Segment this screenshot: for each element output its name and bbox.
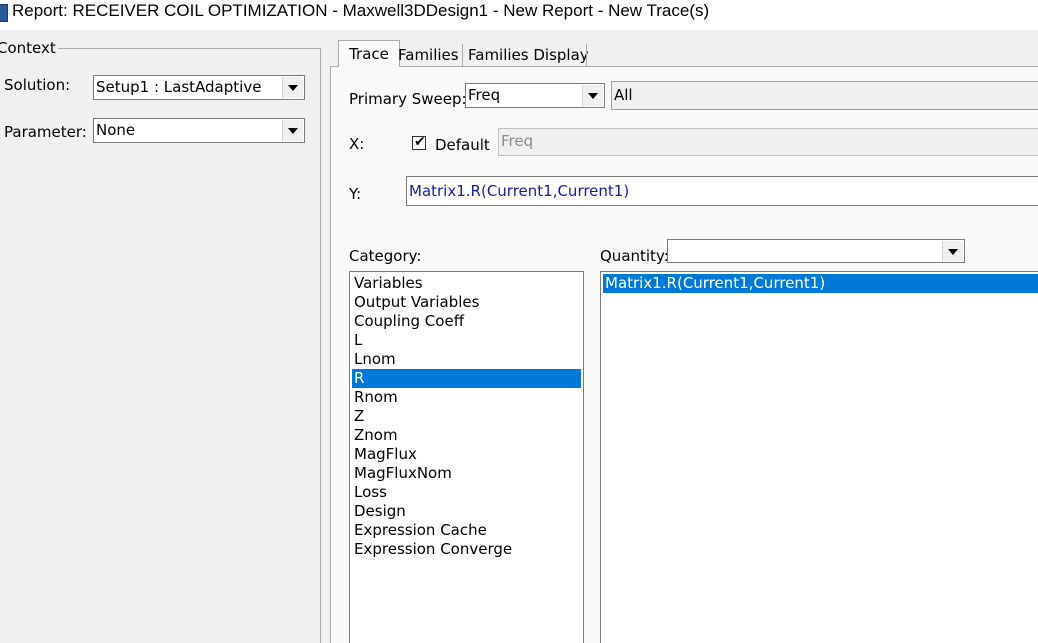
solution-value: Setup1 : LastAdaptive [96,78,262,96]
list-item[interactable]: Variables [352,274,581,293]
solution-select[interactable]: Setup1 : LastAdaptive [93,75,305,100]
primary-sweep-value: Freq [468,86,501,104]
parameter-value: None [96,121,136,139]
tab-separator [586,44,587,66]
chevron-down-icon[interactable] [282,120,303,141]
quantity-filter-select[interactable] [667,239,965,263]
tab-families-display[interactable]: Families Display [465,45,592,65]
list-item[interactable]: Z [352,407,581,426]
list-item[interactable]: Rnom [352,388,581,407]
list-item[interactable]: L [352,331,581,350]
title-bar: Report: RECEIVER COIL OPTIMIZATION - Max… [0,0,1038,30]
chevron-down-icon[interactable] [282,77,303,98]
primary-sweep-label: Primary Sweep: [349,90,467,108]
list-item[interactable]: Output Variables [352,293,581,312]
x-expression-field[interactable]: Freq [498,128,1038,156]
list-item-selected[interactable]: Matrix1.R(Current1,Current1) [603,274,1038,293]
list-item[interactable]: MagFluxNom [352,464,581,483]
list-item[interactable]: Expression Converge [352,540,581,559]
report-dialog: Report: RECEIVER COIL OPTIMIZATION - Max… [0,0,1038,643]
category-list[interactable]: Variables Output Variables Coupling Coef… [349,271,584,643]
tab-separator [462,44,463,66]
tab-families[interactable]: Families [395,45,462,65]
app-icon [0,4,8,22]
y-expression-field[interactable]: Matrix1.R(Current1,Current1) [406,176,1038,206]
list-item[interactable]: MagFlux [352,445,581,464]
primary-sweep-select[interactable]: Freq [465,83,605,108]
list-item[interactable]: Lnom [352,350,581,369]
list-item-selected[interactable]: R [352,369,581,388]
quantity-list[interactable]: Matrix1.R(Current1,Current1) [600,271,1038,643]
x-label: X: [349,135,365,153]
y-label: Y: [349,185,362,203]
default-checkbox[interactable]: ✔ [412,134,426,150]
solution-label: Solution: [4,76,71,94]
tab-trace[interactable]: Trace [338,40,400,67]
window-title: Report: RECEIVER COIL OPTIMIZATION - Max… [12,1,710,20]
category-label: Category: [349,247,422,265]
parameter-label: Parameter: [4,123,87,141]
context-legend: Context [0,38,58,58]
list-item[interactable]: Design [352,502,581,521]
chevron-down-icon[interactable] [942,241,963,261]
list-item[interactable]: Expression Cache [352,521,581,540]
list-item[interactable]: Loss [352,483,581,502]
quantity-label: Quantity: [600,247,669,265]
default-label: Default [435,136,490,154]
list-item[interactable]: Znom [352,426,581,445]
chevron-down-icon[interactable] [582,85,603,106]
list-item[interactable]: Coupling Coeff [352,312,581,331]
checkmark-icon: ✔ [414,134,426,150]
sweep-range-field[interactable]: All [611,81,1038,110]
parameter-select[interactable]: None [93,118,305,143]
